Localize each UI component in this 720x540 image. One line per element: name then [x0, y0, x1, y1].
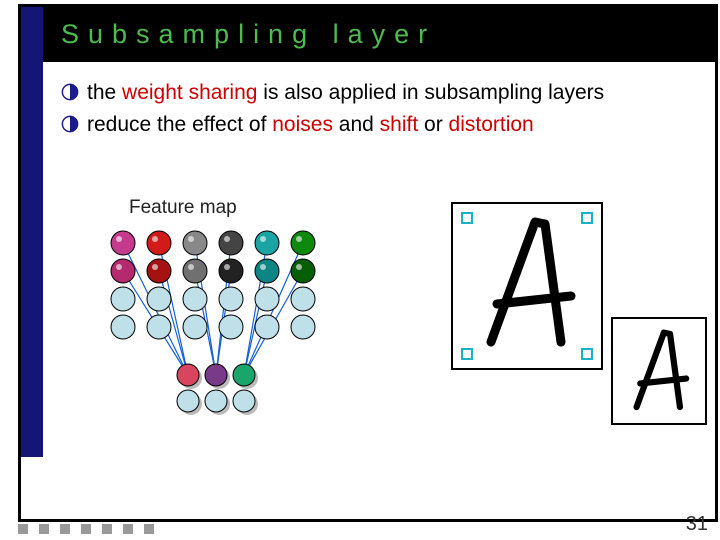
letter-a-small-icon — [613, 319, 705, 423]
glyph-large — [451, 202, 603, 370]
bullet-icon — [61, 115, 79, 133]
bullet-item: the weight sharing is also applied in su… — [61, 79, 701, 107]
feature-map-label: Feature map — [129, 197, 237, 219]
bullet-text: the weight sharing is also applied in su… — [87, 79, 604, 107]
decor-squares — [18, 524, 154, 534]
page-number: 31 — [686, 513, 708, 536]
bullet-item: reduce the effect of noises and shift or… — [61, 111, 701, 139]
slide-frame: Subsampling layer the weight sharing is … — [18, 4, 718, 522]
accent-bar — [21, 7, 43, 457]
bullet-list: the weight sharing is also applied in su… — [61, 79, 701, 144]
slide-title: Subsampling layer — [61, 19, 436, 50]
feature-map-diagram — [93, 225, 343, 445]
bullet-text: reduce the effect of noises and shift or… — [87, 111, 534, 139]
bullet-icon — [61, 83, 79, 101]
glyph-small — [611, 317, 707, 425]
letter-a-icon — [453, 204, 601, 368]
